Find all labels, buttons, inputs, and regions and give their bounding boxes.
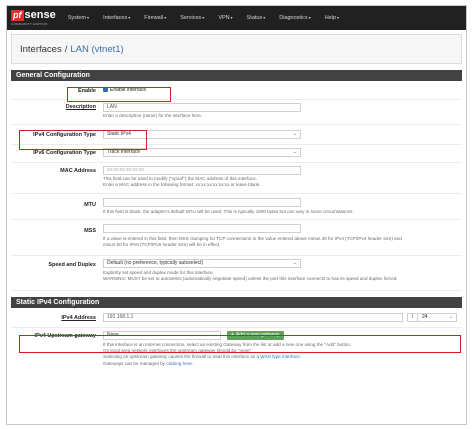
nav-help[interactable]: Help▾ (325, 15, 339, 21)
logo-pf: pf (11, 10, 24, 21)
gateway-help-4: Gateways can be managed by clicking here… (103, 361, 351, 367)
caret-down-icon: ▾ (87, 15, 90, 20)
top-navbar: pf sense COMMUNITY EDITION System▾ Inter… (7, 6, 466, 30)
description-label[interactable]: Description (66, 104, 96, 110)
nav-interfaces[interactable]: Interfaces▾ (103, 15, 130, 21)
general-config-header: General Configuration (11, 70, 462, 81)
breadcrumb-separator: / (64, 43, 68, 55)
mtu-input[interactable] (103, 198, 301, 207)
mtu-label: MTU (84, 202, 96, 208)
chevron-down-icon: ⌄ (448, 314, 453, 320)
mac-help-2: Enter a MAC address in the following for… (103, 182, 261, 188)
logo-edition: COMMUNITY EDITION (11, 22, 48, 26)
mss-help-2: minus 60 for IPv6 (TCP/IPv6 header size)… (103, 242, 221, 248)
breadcrumb: Interfaces / LAN (vtnet1) (11, 34, 462, 64)
description-input[interactable]: LAN (103, 103, 301, 112)
highlight-ipv4-type (19, 130, 147, 150)
mss-label: MSS (84, 228, 96, 234)
nav-system[interactable]: System▾ (68, 15, 89, 21)
logo-sense: sense (24, 9, 56, 21)
ipv4-address-row: IPv4 Address 192.168.1.1 / 24 ⌄ (11, 308, 462, 328)
nav-vpn-label: VPN (218, 15, 230, 21)
nav-services-label: Services (180, 15, 202, 21)
gateway-help-4-end: . (191, 360, 194, 366)
ipv4-address-label[interactable]: IPv4 Address (61, 315, 96, 321)
gateway-help-3-end: . (299, 354, 301, 360)
nav-firewall[interactable]: Firewall▾ (144, 15, 166, 21)
speed-label: Speed and Duplex (48, 262, 96, 268)
mss-input[interactable] (103, 224, 301, 233)
speed-value: Default (no preference, typically autose… (107, 260, 204, 266)
breadcrumb-current[interactable]: LAN (vtnet1) (70, 44, 123, 55)
highlight-enable (67, 87, 171, 102)
gateway-help-4-text: Gateways can be managed by (103, 360, 167, 366)
wan-type-link[interactable]: WAN type interface (260, 354, 299, 359)
nav-system-label: System (67, 15, 87, 21)
caret-down-icon: ▾ (202, 15, 205, 20)
pfsense-logo[interactable]: pf sense COMMUNITY EDITION (11, 10, 56, 26)
chevron-down-icon: ⌄ (292, 260, 297, 266)
caret-down-icon: ▾ (128, 15, 131, 20)
mac-input[interactable]: xx:xx:xx:xx:xx:xx (103, 166, 301, 175)
speed-row: Speed and Duplex Default (no preference,… (11, 256, 462, 291)
static-ipv4-header: Static IPv4 Configuration (11, 297, 462, 308)
speed-select[interactable]: Default (no preference, typically autose… (103, 259, 301, 268)
nav-firewall-label: Firewall (144, 15, 164, 21)
nav-vpn[interactable]: VPN▾ (218, 15, 232, 21)
cidr-slash: / (407, 313, 417, 322)
chevron-down-icon: ⌄ (292, 149, 297, 155)
nav-services[interactable]: Services▾ (180, 15, 204, 21)
caret-down-icon: ▾ (164, 15, 167, 20)
breadcrumb-parent[interactable]: Interfaces (20, 44, 62, 55)
manage-gateways-link[interactable]: clicking here (166, 361, 192, 366)
mtu-row: MTU If this field is blank, the adapter'… (11, 194, 462, 220)
browser-frame: pf sense COMMUNITY EDITION System▾ Inter… (6, 5, 467, 425)
highlight-ipv4-address (19, 335, 461, 353)
nav-status[interactable]: Status▾ (247, 15, 266, 21)
chevron-down-icon: ⌄ (292, 131, 297, 137)
ipv6-type-label: IPv6 Configuration Type (33, 150, 96, 156)
description-help: Enter a description (name) for the inter… (103, 113, 203, 118)
caret-down-icon: ▾ (263, 15, 266, 20)
caret-down-icon: ▾ (308, 15, 311, 20)
description-row: Description LAN Enter a description (nam… (11, 100, 462, 125)
nav-help-label: Help (324, 15, 337, 21)
mac-row: MAC Address xx:xx:xx:xx:xx:xx This field… (11, 163, 462, 194)
nav-interfaces-label: Interfaces (103, 15, 128, 21)
nav-diagnostics[interactable]: Diagnostics▾ (279, 15, 310, 21)
nav-diagnostics-label: Diagnostics (279, 15, 308, 21)
gateway-help-3-text: Selecting an upstream gateway causes the… (103, 354, 261, 360)
ipv4-address-input[interactable]: 192.168.1.1 (103, 313, 403, 322)
mss-row: MSS If a value is entered in this field,… (11, 220, 462, 256)
nav-status-label: Status (246, 15, 263, 21)
caret-down-icon: ▾ (337, 15, 340, 20)
cidr-value: 24 (422, 314, 428, 320)
mac-label: MAC Address (60, 168, 96, 174)
caret-down-icon: ▾ (230, 15, 233, 20)
speed-help-2: WARNING: MUST be set to autoselect (auto… (103, 276, 398, 282)
mtu-help: If this field is blank, the adapter's de… (103, 209, 354, 214)
cidr-select[interactable]: 24 ⌄ (417, 313, 457, 322)
